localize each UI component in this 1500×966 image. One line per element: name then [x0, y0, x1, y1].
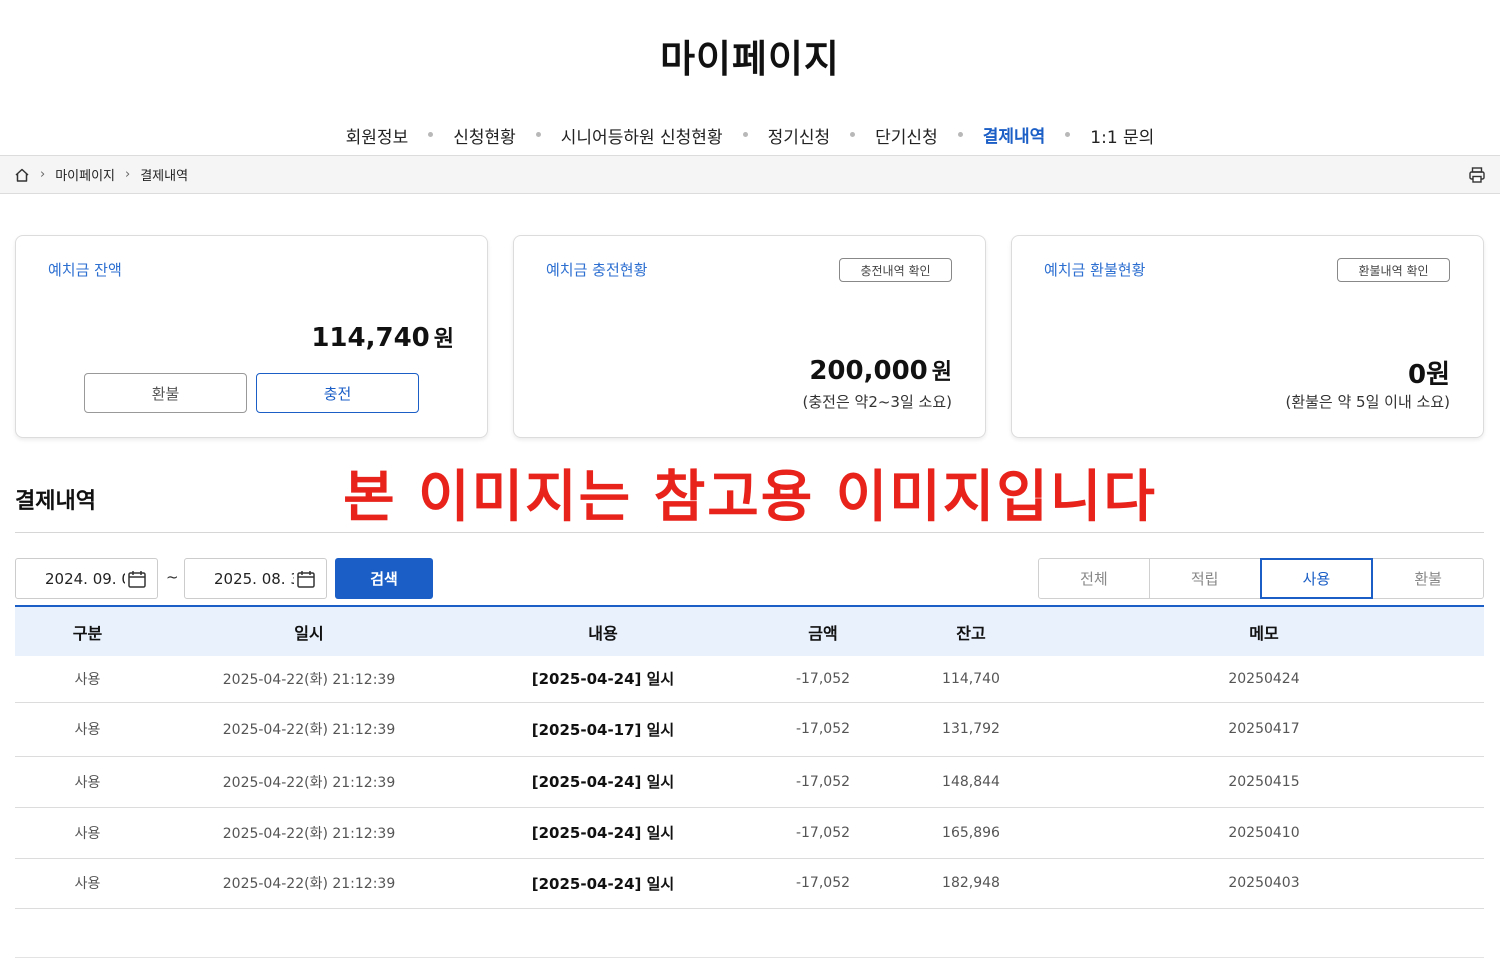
refund-amount: 0원	[1407, 360, 1450, 390]
cell-type: 사용	[15, 858, 160, 909]
header-datetime: 일시	[294, 623, 324, 643]
cell-memo: 20250417	[1044, 702, 1484, 757]
page-title: 마이페이지	[660, 37, 840, 81]
cell-type: 사용	[15, 807, 160, 859]
breadcrumb-mypage[interactable]: 마이페이지	[55, 165, 115, 184]
home-icon[interactable]	[14, 167, 30, 183]
cell-datetime: 2025-04-22(화) 21:12:39	[160, 858, 458, 909]
cell-type: 사용	[15, 656, 160, 703]
reference-image-watermark: 본 이미지는 참고용 이미지입니다	[343, 465, 1157, 530]
filter-refund[interactable]: 환불	[1372, 558, 1484, 599]
charge-status-card: 예치금 충전현황 충전내역 확인 200,000 원 (충전은 약2~3일 소요)	[513, 235, 986, 438]
cell-type: 사용	[15, 702, 160, 757]
header-amount: 금액	[808, 623, 838, 643]
breadcrumb-payment-history: 결제내역	[140, 169, 189, 184]
calendar-icon[interactable]	[296, 569, 316, 589]
tab-separator	[742, 132, 748, 137]
tab-separator	[535, 132, 541, 137]
charge-amount: 200,000 원	[809, 356, 952, 386]
payment-history-table: 구분 일시 내용 금액 잔고 메모 사용 2025-04-22(화) 21:12…	[15, 605, 1484, 909]
cell-balance: 182,948	[898, 858, 1044, 909]
start-date-input[interactable]: 2024. 09. 01.	[15, 558, 158, 599]
mypage-tabs: 회원정보 신청현황 시니어등하원 신청현황 정기신청 단기신청 결제내역 1:1…	[0, 120, 1500, 157]
table-bottom-divider	[15, 957, 1484, 958]
table-row: 사용 2025-04-22(화) 21:12:39 [2025-04-17] 일…	[15, 702, 1484, 757]
table-header-row: 구분 일시 내용 금액 잔고 메모	[15, 606, 1484, 656]
cell-type: 사용	[15, 756, 160, 808]
refund-button[interactable]: 환불	[84, 373, 247, 413]
cell-balance: 114,740	[898, 656, 1044, 703]
tab-separator	[428, 132, 434, 137]
header-content: 내용	[588, 623, 618, 643]
end-date-input[interactable]: 2025. 08. 31.	[184, 558, 327, 599]
cell-amount: -17,052	[748, 702, 898, 757]
table-row: 사용 2025-04-22(화) 21:12:39 [2025-04-24] 일…	[15, 807, 1484, 859]
cell-memo: 20250424	[1044, 656, 1484, 703]
balance-amount: 114,740 원	[311, 323, 454, 353]
cell-amount: -17,052	[748, 807, 898, 859]
cell-balance: 148,844	[898, 756, 1044, 808]
charge-status-label: 예치금 충전현황	[546, 261, 648, 279]
table-row: 사용 2025-04-22(화) 21:12:39 [2025-04-24] 일…	[15, 756, 1484, 808]
tab-separator	[850, 132, 856, 137]
breadcrumb: › 마이페이지 › 결제내역	[0, 155, 1500, 194]
header-type: 구분	[72, 623, 103, 643]
cell-datetime: 2025-04-22(화) 21:12:39	[160, 702, 458, 757]
refund-note: (환불은 약 5일 이내 소요)	[1285, 393, 1450, 411]
refund-status-label: 예치금 환불현황	[1044, 261, 1146, 279]
header-balance: 잔고	[956, 623, 986, 643]
filter-earn[interactable]: 적립	[1148, 558, 1261, 599]
table-row: 사용 2025-04-22(화) 21:12:39 [2025-04-24] 일…	[15, 656, 1484, 703]
cell-memo: 20250403	[1044, 858, 1484, 909]
charge-history-button[interactable]: 충전내역 확인	[839, 258, 952, 282]
cell-content: [2025-04-24] 일시	[458, 756, 748, 808]
filter-all[interactable]: 전체	[1038, 558, 1150, 599]
search-button[interactable]: 검색	[335, 558, 433, 599]
cell-amount: -17,052	[748, 656, 898, 703]
section-divider	[15, 532, 1484, 533]
cell-memo: 20250415	[1044, 756, 1484, 808]
cell-datetime: 2025-04-22(화) 21:12:39	[160, 756, 458, 808]
section-title: 결제내역	[15, 489, 96, 514]
charge-button[interactable]: 충전	[256, 373, 419, 413]
tab-separator	[957, 132, 963, 137]
calendar-icon[interactable]	[127, 569, 147, 589]
balance-card: 예치금 잔액 114,740 원 환불 충전	[15, 235, 488, 438]
refund-status-card: 예치금 환불현황 환불내역 확인 0원 (환불은 약 5일 이내 소요)	[1011, 235, 1484, 438]
tab-application-status[interactable]: 신청현황	[453, 121, 516, 156]
cell-balance: 165,896	[898, 807, 1044, 859]
balance-label: 예치금 잔액	[48, 261, 122, 279]
chevron-right-icon: ›	[125, 167, 131, 182]
tab-senior-application-status[interactable]: 시니어등하원 신청현황	[561, 121, 723, 156]
cell-amount: -17,052	[748, 756, 898, 808]
tab-regular-application[interactable]: 정기신청	[768, 121, 831, 156]
end-date-value: 2025. 08. 31.	[214, 569, 294, 588]
refund-history-button[interactable]: 환불내역 확인	[1337, 258, 1450, 282]
cell-memo: 20250410	[1044, 807, 1484, 859]
table-row: 사용 2025-04-22(화) 21:12:39 [2025-04-24] 일…	[15, 858, 1484, 909]
header-memo: 메모	[1249, 623, 1279, 643]
type-filter-group: 전체 적립 사용 환불	[1038, 558, 1484, 599]
cell-content: [2025-04-24] 일시	[458, 858, 748, 909]
cell-content: [2025-04-24] 일시	[458, 656, 748, 703]
cell-datetime: 2025-04-22(화) 21:12:39	[160, 807, 458, 859]
cell-datetime: 2025-04-22(화) 21:12:39	[160, 656, 458, 703]
tab-separator	[1065, 132, 1071, 137]
cell-balance: 131,792	[898, 702, 1044, 757]
cell-amount: -17,052	[748, 858, 898, 909]
chevron-right-icon: ›	[40, 167, 46, 182]
start-date-value: 2024. 09. 01.	[45, 569, 125, 588]
tab-inquiry[interactable]: 1:1 문의	[1090, 121, 1154, 156]
tab-payment-history[interactable]: 결제내역	[982, 120, 1046, 157]
printer-icon[interactable]	[1468, 166, 1486, 184]
tab-member-info[interactable]: 회원정보	[346, 121, 409, 156]
filter-use[interactable]: 사용	[1259, 558, 1374, 599]
date-range-separator: ~	[166, 568, 179, 586]
tab-short-term-application[interactable]: 단기신청	[875, 121, 938, 156]
cell-content: [2025-04-17] 일시	[458, 702, 748, 757]
cell-content: [2025-04-24] 일시	[458, 807, 748, 859]
charge-note: (충전은 약2~3일 소요)	[802, 393, 953, 411]
